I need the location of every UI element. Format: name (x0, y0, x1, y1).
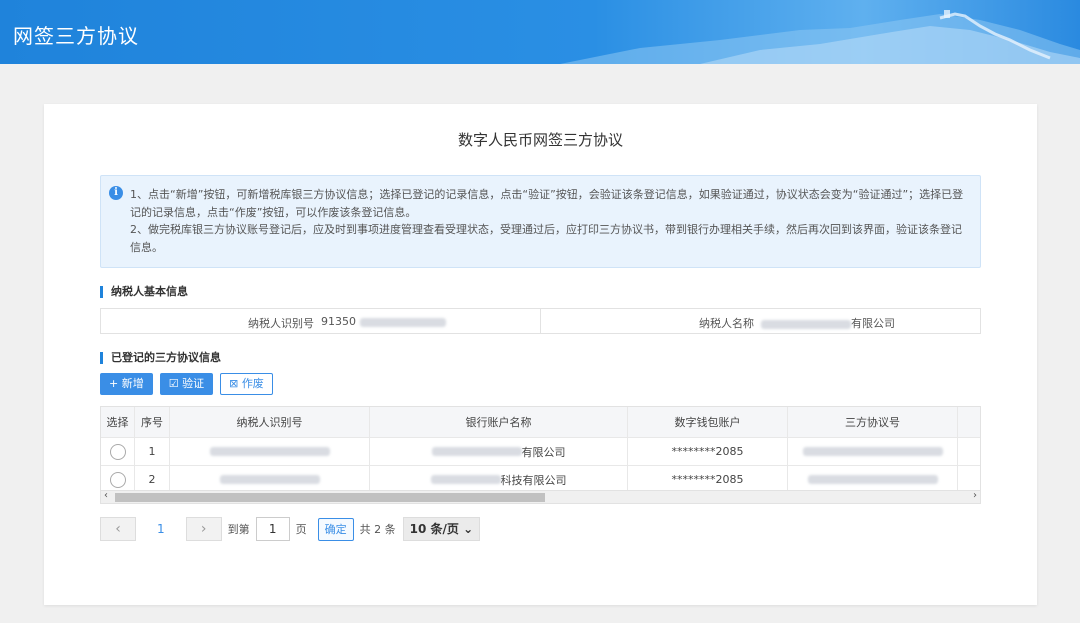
col-header-wallet: 数字钱包账户 (628, 407, 788, 437)
col-header-bank-account-name: 银行账户名称 (370, 407, 628, 437)
section-title-registered: 已登记的三方协议信息 (100, 352, 221, 364)
scrollbar-thumb[interactable] (115, 493, 545, 502)
horizontal-scrollbar[interactable]: ‹ › (101, 490, 980, 503)
wallet-account: ********2085 (628, 438, 788, 465)
instruction-notice: i 1、点击“新增”按钮，可新增税库银三方协议信息；选择已登记的记录信息，点击“… (100, 175, 981, 268)
pagination: ‹ 1 › 到第 1 页 确定 共 2 条 10 条/页 ⌄ (100, 517, 481, 541)
redacted-text (209, 447, 330, 456)
taxpayer-name-cell: 纳税人名称 有限公司 (541, 309, 980, 333)
chevron-down-icon: ⌄ (463, 522, 474, 536)
section-title-taxpayer: 纳税人基本信息 (100, 286, 188, 298)
void-button[interactable]: ⊠ 作废 (220, 373, 273, 395)
row-select-radio[interactable] (109, 443, 126, 460)
taxpayer-id-label: 纳税人识别号 (248, 317, 314, 330)
redacted-text (431, 447, 522, 456)
checkbox-icon: ☑ (168, 377, 179, 390)
prev-page-button[interactable]: ‹ (100, 517, 136, 541)
table-header: 选择 序号 纳税人识别号 银行账户名称 数字钱包账户 三方协议号 (101, 407, 980, 438)
row-select-radio[interactable] (109, 471, 126, 488)
wallet-account: ********2085 (628, 466, 788, 493)
void-doc-icon: ⊠ (229, 377, 239, 390)
info-icon: i (109, 186, 123, 200)
great-wall-illustration (560, 10, 1080, 64)
redacted-text (359, 317, 446, 327)
bank-account-name: 有限公司 (521, 445, 566, 459)
col-header-select: 选择 (101, 407, 135, 437)
confirm-button[interactable]: 确定 (317, 517, 354, 541)
redacted-text (761, 319, 851, 329)
taxpayer-name-label: 纳税人名称 (699, 317, 754, 330)
row-seq: 2 (135, 466, 170, 493)
bank-account-name: 科技有限公司 (500, 473, 567, 487)
current-page[interactable]: 1 (157, 522, 165, 536)
col-header-seq: 序号 (135, 407, 170, 437)
page-size-select[interactable]: 10 条/页 ⌄ (402, 517, 481, 541)
redacted-text (807, 475, 938, 484)
total-count: 共 2 条 (359, 523, 396, 536)
table-row[interactable]: 1 有限公司 ********2085 (101, 438, 980, 466)
scroll-left-icon[interactable]: ‹ (104, 490, 108, 501)
verify-button[interactable]: ☑ 验证 (159, 373, 214, 395)
add-button[interactable]: + 新增 (100, 373, 153, 395)
redacted-text (802, 447, 943, 456)
scroll-right-icon[interactable]: › (973, 490, 977, 501)
notice-line-2: 2、做完税库银三方协议账号登记后，应及时到事项进度管理查看受理状态，受理通过后，… (130, 223, 962, 254)
action-toolbar: + 新增 ☑ 验证 ⊠ 作废 (100, 373, 273, 395)
goto-label: 到第 (227, 523, 250, 536)
col-header-taxpayer-id: 纳税人识别号 (170, 407, 370, 437)
redacted-text (430, 475, 501, 484)
next-page-button[interactable]: › (185, 517, 222, 541)
row-seq: 1 (135, 438, 170, 465)
goto-page-input[interactable]: 1 (255, 517, 290, 541)
taxpayer-name-value: 有限公司 (761, 315, 895, 331)
taxpayer-info-table: 纳税人识别号 91350 纳税人名称 有限公司 (100, 308, 981, 334)
taxpayer-id-cell: 纳税人识别号 91350 (101, 309, 541, 333)
redacted-text (219, 475, 320, 484)
top-banner: 网签三方协议 (0, 0, 1080, 64)
notice-line-1: 1、点击“新增”按钮，可新增税库银三方协议信息；选择已登记的记录信息，点击“验证… (130, 188, 964, 219)
app-title: 网签三方协议 (13, 24, 139, 48)
page-title: 数字人民币网签三方协议 (457, 131, 623, 149)
taxpayer-id-value: 91350 (321, 315, 446, 328)
agreements-table: 选择 序号 纳税人识别号 银行账户名称 数字钱包账户 三方协议号 1 有限公司 … (100, 406, 981, 504)
page-unit-label: 页 (295, 523, 307, 536)
col-header-agreement-no: 三方协议号 (788, 407, 958, 437)
